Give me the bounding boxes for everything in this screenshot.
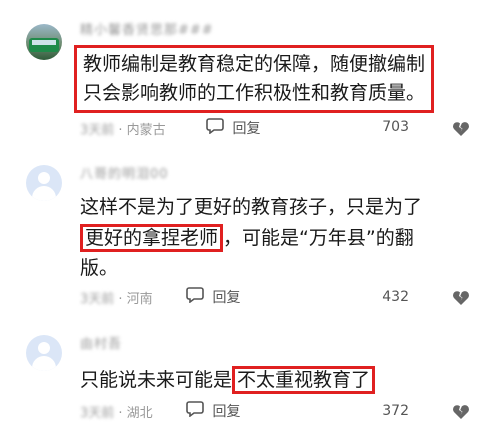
comment-text-line: 这样不是为了更好的教育孩子，只是为了 [80, 196, 423, 218]
reply-label: 回复 [212, 290, 241, 306]
location: · 内蒙古 [118, 123, 166, 138]
comment-text-fragment: ，可能是“万年县”的翻 [223, 227, 414, 249]
comment-text-line: 只能说未来可能是 不太重视教育了 [80, 366, 376, 395]
like-count: 703 [382, 119, 409, 135]
comment-text-fragment: 只能说未来可能是 [80, 369, 233, 391]
location: · 河南 [118, 292, 153, 307]
comment-meta: 3天前 · 内蒙古 [80, 119, 166, 139]
broken-heart-icon[interactable] [452, 403, 470, 421]
comment-1: 精小馨香贤思那### 教师编制是教育稳定的保障，随便撤编制 只会影响教师的工作积… [0, 0, 499, 150]
avatar[interactable] [26, 335, 62, 371]
comment-meta: 3天前 · 河南 [80, 288, 153, 308]
highlighted-comment-text: 更好的拿捏老师 [80, 224, 224, 252]
avatar[interactable] [26, 24, 62, 60]
comment-text-line: 教师编制是教育稳定的保障，随便撤编制 [83, 53, 426, 75]
speech-bubble-icon [186, 401, 204, 421]
comment-text-line: 版。 [80, 257, 119, 279]
reply-button[interactable]: 回复 [186, 401, 240, 421]
comment-text-line: 更好的拿捏老师 ，可能是“万年县”的翻 [80, 224, 414, 253]
comment-3: 由村吾 只能说未来可能是 不太重视教育了 3天前 · 湖北 回复 372 [0, 320, 499, 435]
speech-bubble-icon [186, 287, 204, 307]
reply-label: 回复 [212, 404, 241, 420]
avatar[interactable] [26, 165, 62, 201]
like-count: 432 [382, 289, 409, 305]
username[interactable]: 八哥的明泪00 [80, 163, 169, 182]
broken-heart-icon[interactable] [452, 120, 470, 138]
timestamp: 3天前 [80, 123, 115, 138]
highlighted-comment-text: 教师编制是教育稳定的保障，随便撤编制 只会影响教师的工作积极性和教育质量。 [74, 45, 435, 113]
username[interactable]: 由村吾 [80, 333, 122, 352]
reply-button[interactable]: 回复 [206, 118, 260, 138]
like-count: 372 [382, 403, 409, 419]
comment-text-line: 只会影响教师的工作积极性和教育质量。 [83, 82, 426, 104]
speech-bubble-icon [206, 118, 224, 138]
timestamp: 3天前 [80, 292, 115, 307]
highlighted-comment-text: 不太重视教育了 [232, 366, 376, 394]
comment-2: 八哥的明泪00 这样不是为了更好的教育孩子，只是为了 更好的拿捏老师 ，可能是“万… [0, 150, 499, 320]
reply-button[interactable]: 回复 [186, 287, 240, 307]
comment-meta: 3天前 · 湖北 [80, 402, 153, 422]
timestamp: 3天前 [80, 406, 115, 421]
location: · 湖北 [118, 406, 153, 421]
username[interactable]: 精小馨香贤思那### [80, 19, 214, 38]
reply-label: 回复 [232, 121, 261, 137]
broken-heart-icon[interactable] [452, 289, 470, 307]
